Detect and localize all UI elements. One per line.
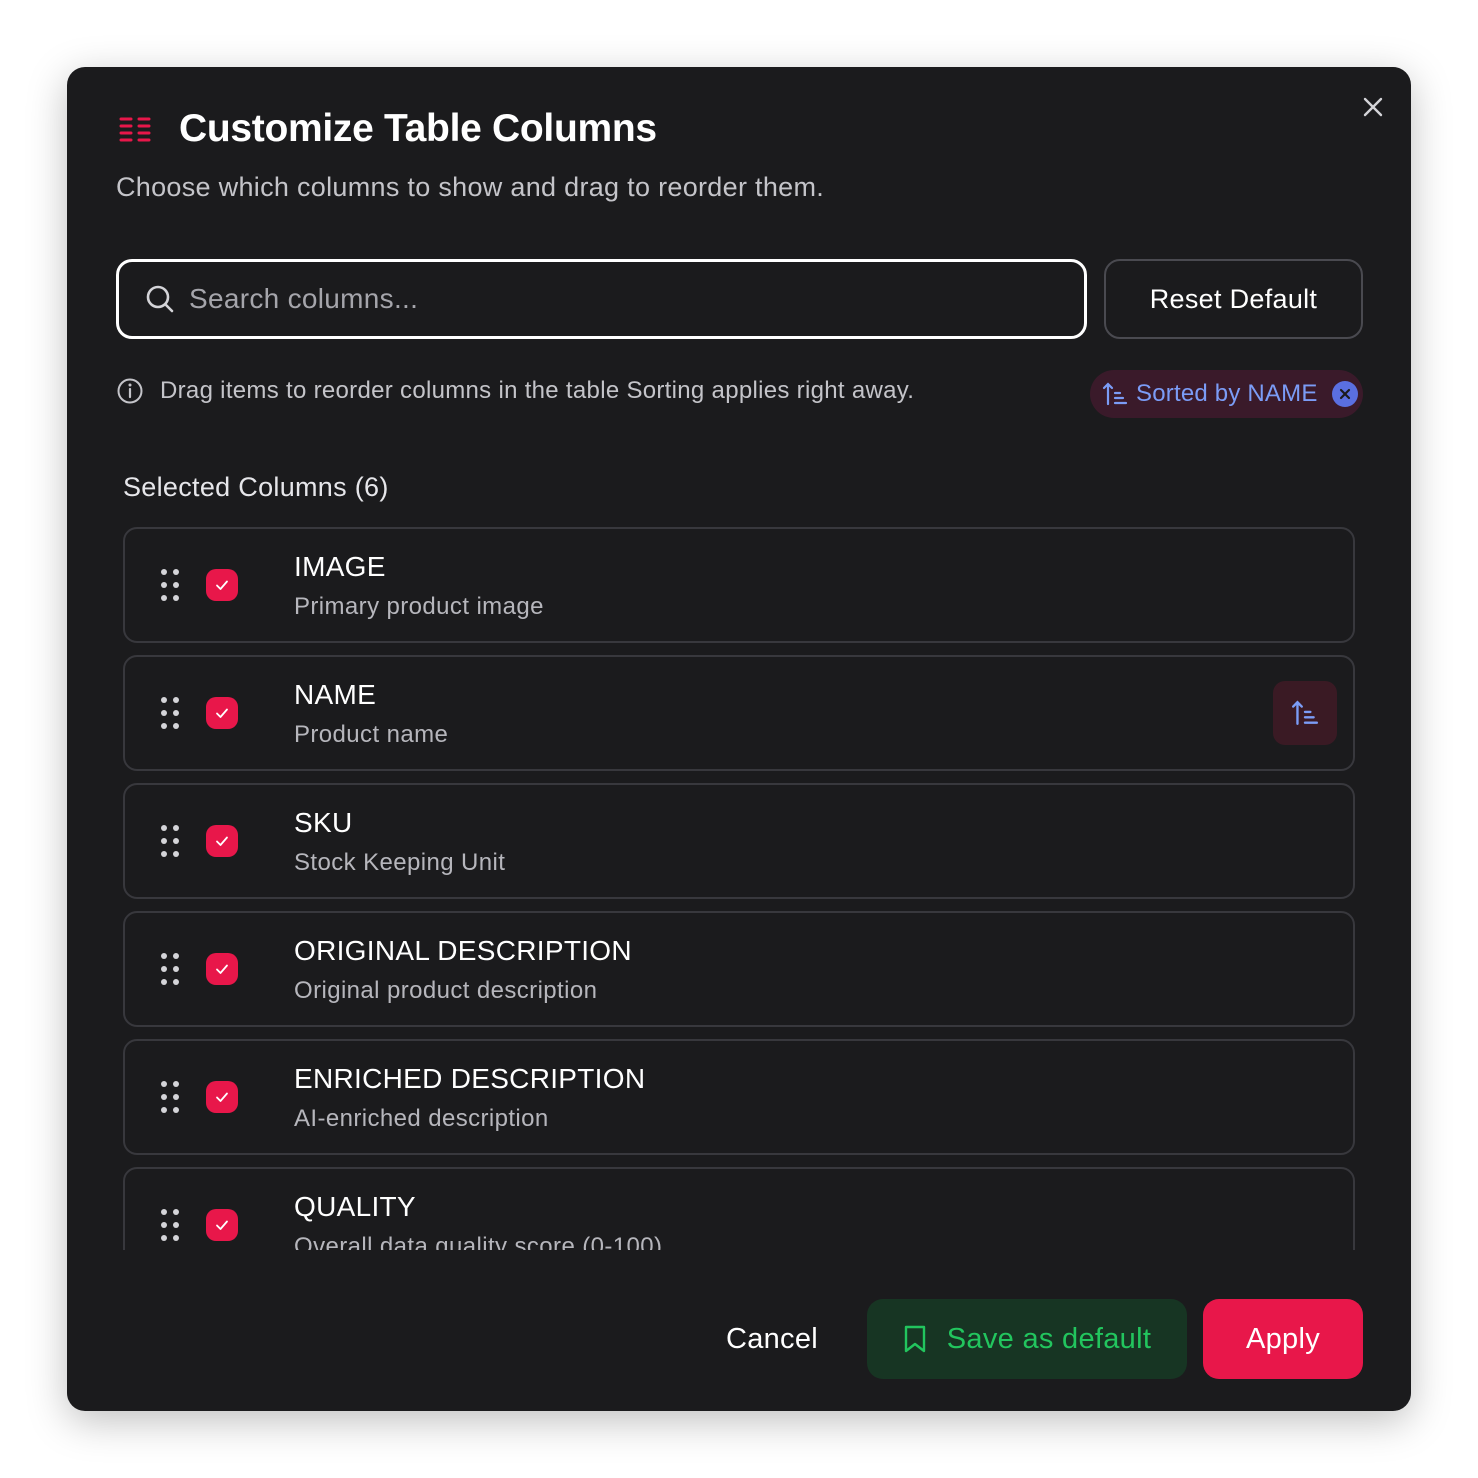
column-description: Original product description — [294, 977, 598, 1004]
drag-handle-icon[interactable] — [161, 825, 179, 857]
apply-button[interactable]: Apply — [1203, 1299, 1363, 1379]
close-icon — [1363, 97, 1383, 117]
column-checkbox[interactable] — [206, 697, 238, 729]
column-checkbox[interactable] — [206, 825, 238, 857]
column-item-original-description[interactable]: ORIGINAL DESCRIPTION Original product de… — [123, 911, 1355, 1027]
reset-default-button[interactable]: Reset Default — [1104, 259, 1363, 339]
check-icon — [216, 964, 228, 974]
drag-handle-icon[interactable] — [161, 697, 179, 729]
close-button[interactable] — [1359, 93, 1387, 121]
check-icon — [216, 1092, 228, 1102]
save-as-default-button[interactable]: Save as default — [867, 1299, 1187, 1379]
column-description: AI-enriched description — [294, 1105, 549, 1132]
check-icon — [216, 836, 228, 846]
search-field[interactable] — [116, 259, 1087, 339]
bookmark-icon — [904, 1325, 925, 1353]
column-item-enriched-description[interactable]: ENRICHED DESCRIPTION AI-enriched descrip… — [123, 1039, 1355, 1155]
column-name: ENRICHED DESCRIPTION — [294, 1063, 646, 1094]
check-icon — [216, 1220, 228, 1230]
drag-handle-icon[interactable] — [161, 1209, 179, 1241]
column-name: NAME — [294, 679, 377, 710]
column-checkbox[interactable] — [206, 953, 238, 985]
sort-column-button[interactable] — [1273, 681, 1337, 745]
customize-columns-dialog: Customize Table Columns Choose which col… — [67, 67, 1411, 1411]
sort-status-chip: Sorted by NAME — [1090, 370, 1363, 418]
selected-columns-list[interactable]: IMAGE Primary product image NAME Product… — [123, 527, 1355, 1250]
selected-columns-heading: Selected Columns (6) — [123, 472, 389, 502]
column-item-sku[interactable]: SKU Stock Keeping Unit — [123, 783, 1355, 899]
drag-handle-icon[interactable] — [161, 1081, 179, 1113]
info-icon — [117, 378, 143, 404]
check-icon — [216, 580, 228, 590]
column-name: IMAGE — [294, 551, 386, 582]
column-description: Stock Keeping Unit — [294, 849, 506, 876]
sort-chip-label: Sorted by NAME — [1136, 380, 1318, 407]
sort-ascending-icon — [1291, 700, 1319, 725]
drag-handle-icon[interactable] — [161, 569, 179, 601]
save-as-default-label: Save as default — [946, 1322, 1152, 1355]
column-name: ORIGINAL DESCRIPTION — [294, 935, 632, 966]
column-name: SKU — [294, 807, 353, 838]
column-item-quality[interactable]: QUALITY Overall data quality score (0-10… — [123, 1167, 1355, 1250]
drag-handle-icon[interactable] — [161, 953, 179, 985]
search-input[interactable] — [189, 283, 1069, 315]
clear-sort-button[interactable] — [1331, 381, 1358, 407]
column-checkbox[interactable] — [206, 569, 238, 601]
hint-row: Drag items to reorder columns in the tab… — [116, 377, 914, 405]
dialog-title: Customize Table Columns — [179, 107, 657, 150]
column-item-image[interactable]: IMAGE Primary product image — [123, 527, 1355, 643]
column-checkbox[interactable] — [206, 1209, 238, 1241]
columns-list-icon — [119, 117, 151, 142]
cancel-button[interactable]: Cancel — [707, 1299, 837, 1379]
column-name: QUALITY — [294, 1191, 416, 1222]
hint-text: Drag items to reorder columns in the tab… — [160, 377, 915, 404]
column-item-name[interactable]: NAME Product name — [123, 655, 1355, 771]
close-circle-icon — [1339, 388, 1350, 400]
column-checkbox[interactable] — [206, 1081, 238, 1113]
sort-ascending-icon — [1102, 382, 1128, 406]
column-description: Overall data quality score (0-100) — [294, 1233, 663, 1250]
dialog-header: Customize Table Columns — [119, 107, 657, 151]
column-description: Product name — [294, 721, 449, 748]
check-icon — [216, 708, 228, 718]
search-icon — [146, 285, 174, 313]
column-description: Primary product image — [294, 593, 544, 620]
dialog-subtitle: Choose which columns to show and drag to… — [116, 172, 825, 202]
